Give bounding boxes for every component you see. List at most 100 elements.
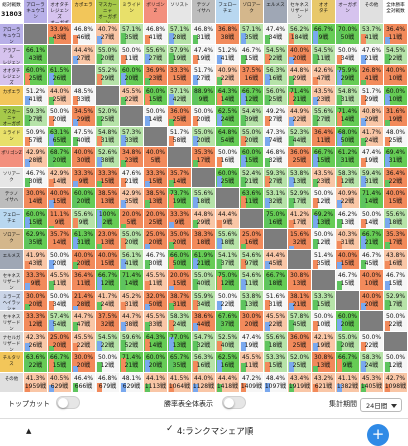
- row-header[interactable]: オオタチ レジェンズ: [0, 65, 24, 86]
- matchup-cell[interactable]: 56.2% 184戦: [288, 24, 312, 45]
- matchup-cell[interactable]: 68.7% 20戦: [48, 147, 72, 168]
- matchup-cell[interactable]: 47.4% 19戦: [360, 147, 384, 168]
- matchup-cell[interactable]: 60.0% 25戦: [24, 65, 48, 86]
- add-button[interactable]: +: [367, 424, 389, 446]
- matchup-cell[interactable]: 67.6% 37戦: [216, 311, 240, 332]
- matchup-cell[interactable]: 45.2% 31戦: [120, 290, 144, 311]
- matchup-cell[interactable]: 55.2% 29戦: [96, 65, 120, 86]
- matchup-cell[interactable]: 50.0% 22戦: [384, 311, 408, 332]
- matchup-cell[interactable]: 47.6% 21戦: [120, 167, 144, 188]
- matchup-cell[interactable]: 40.0% 15戦: [384, 188, 408, 209]
- matchup-cell[interactable]: 54.5% 22戦: [264, 44, 288, 65]
- matchup-cell[interactable]: 44.7% 47戦: [72, 311, 96, 332]
- matchup-cell[interactable]: 46.7% 30戦: [24, 167, 48, 188]
- matchup-cell[interactable]: 55.0% 20戦: [120, 229, 144, 250]
- matchup-cell[interactable]: 53.1% 32戦: [264, 188, 288, 209]
- matchup-cell[interactable]: 55.6% 9戦: [72, 208, 96, 229]
- matchup-cell[interactable]: 41.2% 17戦: [288, 208, 312, 229]
- sort-order-select[interactable]: 4:ランクマシェア順: [177, 425, 253, 437]
- row-header[interactable]: ミラーズ ヘイラッシャ: [0, 290, 24, 311]
- matchup-cell[interactable]: 75.0% 12戦: [216, 270, 240, 291]
- matchup-cell[interactable]: 56.0% 25戦: [264, 85, 288, 106]
- matchup-cell[interactable]: 45.5% 11戦: [48, 270, 72, 291]
- matchup-cell[interactable]: 33.3% 15戦: [96, 167, 120, 188]
- matchup-cell[interactable]: 44.0% 1128戦: [192, 372, 216, 393]
- matchup-cell[interactable]: 63.6% 22戦: [24, 352, 48, 373]
- matchup-cell[interactable]: 45.3% 1405戦: [360, 372, 384, 393]
- matchup-cell[interactable]: 73.7% 19戦: [168, 188, 192, 209]
- column-header[interactable]: ゾロアーク: [240, 0, 264, 24]
- matchup-cell[interactable]: 44.8% 29戦: [192, 208, 216, 229]
- matchup-cell[interactable]: 47.6% 21戦: [360, 44, 384, 65]
- matchup-cell[interactable]: 59.6% 52戦: [120, 331, 144, 352]
- matchup-cell[interactable]: 53.8% 13戦: [240, 290, 264, 311]
- matchup-cell[interactable]: 61.3% 31戦: [72, 229, 96, 250]
- matchup-cell[interactable]: 62.5% 24戦: [216, 106, 240, 127]
- row-header[interactable]: セキネス リザードン: [0, 270, 24, 291]
- matchup-cell[interactable]: 51.7% 58戦: [168, 126, 192, 147]
- matchup-cell[interactable]: 41.7% 24戦: [360, 126, 384, 147]
- matchup-cell[interactable]: 38.1% 21戦: [288, 290, 312, 311]
- matchup-cell[interactable]: 53.7% 41戦: [360, 24, 384, 45]
- matchup-cell[interactable]: 50.0% 20戦: [192, 106, 216, 127]
- matchup-cell[interactable]: 45.5% 22戦: [72, 331, 96, 352]
- matchup-cell[interactable]: 69.4% 31戦: [384, 147, 408, 168]
- matchup-cell[interactable]: 49.2% 27戦: [264, 106, 288, 127]
- matchup-cell[interactable]: 35.7% 14戦: [168, 167, 192, 188]
- matchup-cell[interactable]: 65.7% 35戦: [168, 352, 192, 373]
- matchup-cell[interactable]: 51.4% 35戦: [312, 249, 336, 270]
- matchup-cell[interactable]: 50.0% 14戦: [144, 106, 168, 127]
- matchup-cell[interactable]: 66.7% 9戦: [312, 24, 336, 45]
- matchup-cell[interactable]: 64.8% 54戦: [216, 126, 240, 147]
- matchup-cell[interactable]: 66.0% 50戦: [168, 249, 192, 270]
- matchup-cell[interactable]: 38.5% 13戦: [144, 188, 168, 209]
- row-header[interactable]: セキネス リザードン: [0, 311, 24, 332]
- matchup-cell[interactable]: 30.0% 20戦: [240, 311, 264, 332]
- matchup-cell[interactable]: 37.5% 16戦: [240, 65, 264, 86]
- matchup-cell[interactable]: 54.7% 32戦: [192, 331, 216, 352]
- matchup-cell[interactable]: 48.0% 25戦: [384, 126, 408, 147]
- matchup-cell[interactable]: 66.7% 12戦: [96, 270, 120, 291]
- row-header[interactable]: アラブール レジェンズ: [0, 44, 24, 65]
- matchup-cell[interactable]: 42.9% 28戦: [24, 147, 48, 168]
- matchup-cell[interactable]: 46.8% 46戦: [72, 24, 96, 45]
- matchup-cell[interactable]: 44.4% 45戦: [264, 249, 288, 270]
- matchup-cell[interactable]: 60.0% 20戦: [72, 188, 96, 209]
- matchup-cell[interactable]: 40.0% 20戦: [288, 44, 312, 65]
- matchup-cell[interactable]: 66.7% 18戦: [264, 270, 288, 291]
- matchup-cell[interactable]: 33.9% 43戦: [48, 24, 72, 45]
- matchup-cell[interactable]: 68.0% 50戦: [336, 126, 360, 147]
- matchup-cell[interactable]: 55.0% 40戦: [192, 270, 216, 291]
- matchup-cell[interactable]: 44.4% 9戦: [216, 208, 240, 229]
- matchup-cell[interactable]: 50.0% 10戦: [312, 311, 336, 332]
- matchup-cell[interactable]: 63.1% 65戦: [48, 126, 72, 147]
- matchup-cell[interactable]: 66.7% 12戦: [240, 85, 264, 106]
- matchup-cell[interactable]: 60.0% 20戦: [336, 311, 360, 332]
- row-header[interactable]: アローラ キュウコン: [0, 24, 24, 45]
- column-header[interactable]: エルメス: [264, 0, 288, 24]
- matchup-cell[interactable]: 60.0% 15戦: [144, 85, 168, 106]
- matchup-cell[interactable]: 40.9% 22戦: [216, 65, 240, 86]
- matchup-cell[interactable]: 42.7% 1098戦: [384, 372, 408, 393]
- matchup-cell[interactable]: 71.4% 14戦: [120, 270, 144, 291]
- matchup-cell[interactable]: 21.4% 28戦: [72, 290, 96, 311]
- matchup-cell[interactable]: 55.6% 18戦: [192, 188, 216, 209]
- matchup-cell[interactable]: 45.5% 11戦: [240, 352, 264, 373]
- matchup-cell[interactable]: 57.4% 54戦: [48, 311, 72, 332]
- matchup-cell[interactable]: 36.9% 23戦: [144, 65, 168, 86]
- matchup-cell[interactable]: 41.5% 1064戦: [168, 372, 192, 393]
- matchup-cell[interactable]: 46.8% 32戦: [264, 147, 288, 168]
- matchup-cell[interactable]: 48.4% 1097戦: [264, 372, 288, 393]
- matchup-cell[interactable]: 36.0% 25戦: [288, 331, 312, 352]
- row-header[interactable]: エルメス: [0, 249, 24, 270]
- column-header[interactable]: フェローチェ: [216, 0, 240, 24]
- matchup-cell[interactable]: 53.8% 13戦: [288, 167, 312, 188]
- matchup-cell[interactable]: 57.3% 33戦: [120, 126, 144, 147]
- matchup-cell[interactable]: 47.4% 34戦: [264, 24, 288, 45]
- matchup-cell[interactable]: 47.2% 1409戦: [240, 372, 264, 393]
- matchup-cell[interactable]: 43.4% 1919戦: [288, 372, 312, 393]
- matchup-cell[interactable]: 56.3% 16戦: [264, 65, 288, 86]
- matchup-cell[interactable]: 69.2% 13戦: [312, 208, 336, 229]
- matchup-cell[interactable]: 57.1% 42戦: [168, 85, 192, 106]
- matchup-cell[interactable]: 51.7% 27戦: [192, 65, 216, 86]
